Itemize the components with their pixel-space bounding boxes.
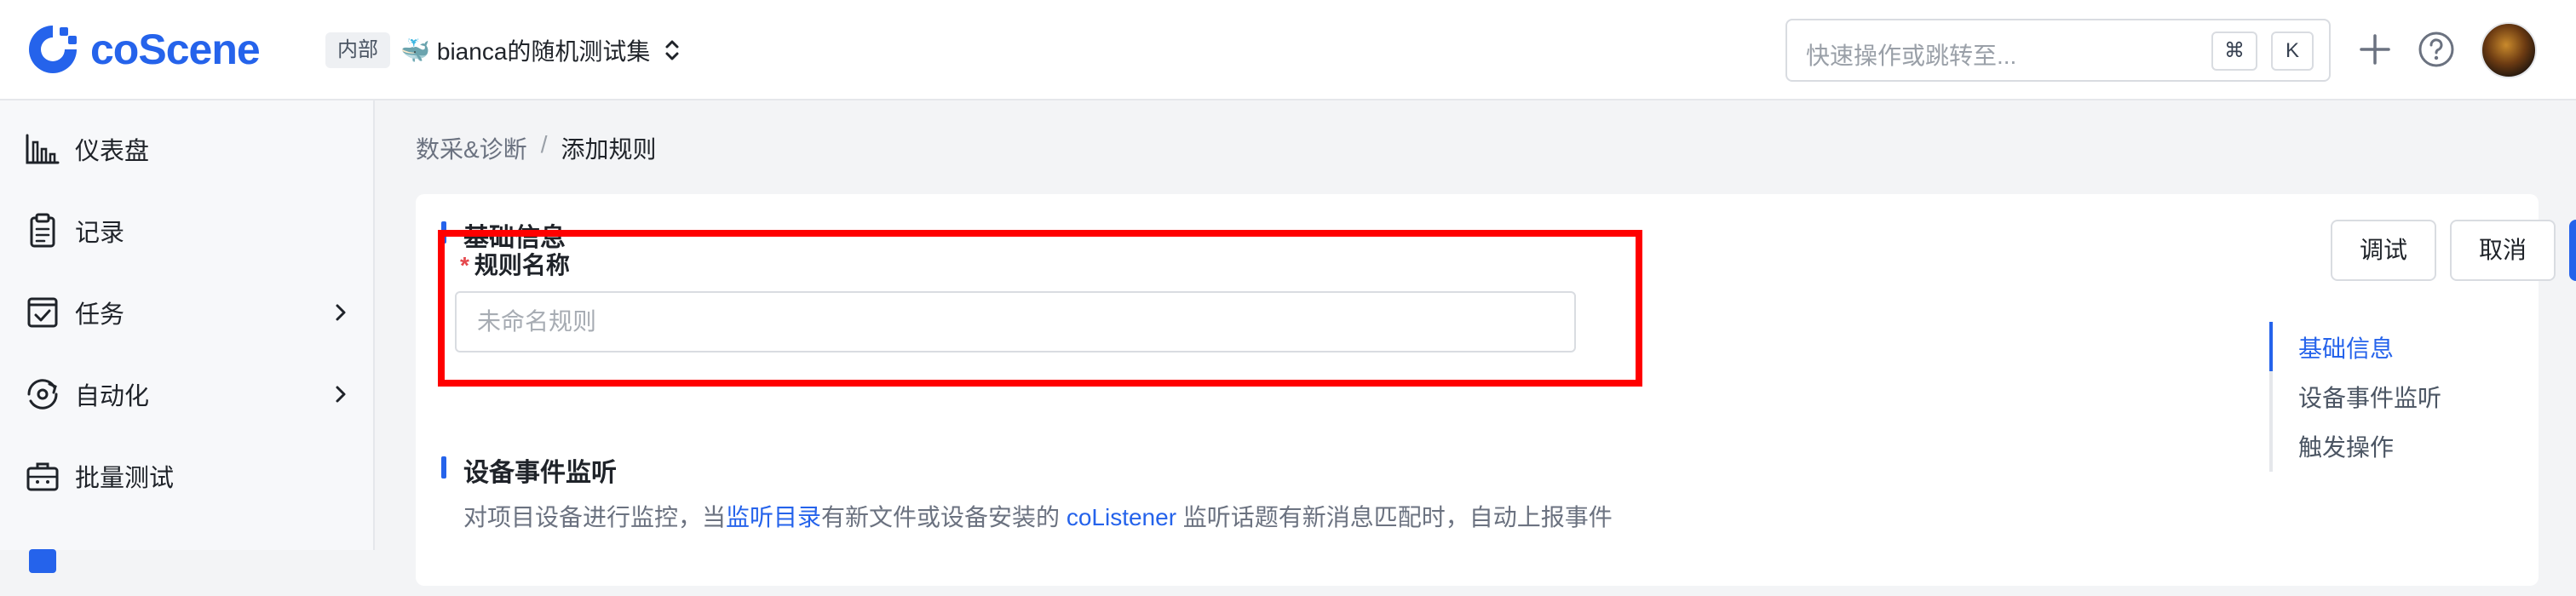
rule-name-label: * 规则名称 [460, 247, 570, 281]
breadcrumb: 数采&诊断 / 添加规则 [416, 131, 656, 165]
anchor-item-trigger-action[interactable]: 触发操作 [2298, 429, 2394, 463]
sidebar-item-dashboard[interactable]: 仪表盘 [0, 111, 373, 187]
anchor-item-basic-info[interactable]: 基础信息 [2298, 330, 2394, 364]
required-mark: * [460, 252, 469, 278]
sidebar-item-label: 自动化 [75, 383, 150, 410]
clipboard-icon [30, 213, 55, 248]
breadcrumb-separator: / [540, 131, 548, 158]
device-event-description: 对项目设备进行监控，当监听目录有新文件或设备安装的 coListener 监听话… [463, 499, 1613, 533]
data-collection-icon [29, 549, 56, 573]
app-name: coScene [90, 26, 261, 73]
main-content: 数采&诊断 / 添加规则 基础信息 *规则名称 设备事件监听 对项目设备进行监控… [375, 100, 2576, 586]
sidebar-item-label: 仪表盘 [75, 138, 150, 165]
command-search-input[interactable]: 快速操作或跳转至... ⌘ K [1785, 19, 2331, 82]
chevron-right-icon [336, 386, 346, 403]
top-bar: coScene 内部 🐳 bianca的随机测试集 快速操作或跳转至... ⌘ … [0, 0, 2576, 100]
anchor-active-indicator [2269, 322, 2273, 371]
chevron-right-icon [336, 304, 346, 321]
desc-text-prefix: 对项目设备进行监控，当 [463, 504, 727, 530]
project-name: bianca的随机测试集 [436, 38, 651, 65]
create-button[interactable]: 创建 [2569, 220, 2576, 281]
task-check-icon [27, 297, 58, 328]
shortcut-key-k: K [2271, 32, 2314, 71]
listen-directory-link[interactable]: 监听目录 [726, 504, 821, 530]
briefcase-icon [26, 462, 59, 491]
cancel-button[interactable]: 取消 [2450, 220, 2556, 281]
user-avatar[interactable] [2481, 22, 2537, 78]
coscene-logo-icon [29, 26, 77, 73]
rule-form-card: 基础信息 *规则名称 设备事件监听 对项目设备进行监控，当监听目录有新文件或设备… [416, 194, 2576, 586]
plus-icon[interactable] [2355, 29, 2395, 70]
rule-name-label-text: 规则名称 [474, 252, 570, 278]
sidebar-item-label: 批量测试 [75, 465, 175, 492]
project-switcher[interactable]: 🐳 bianca的随机测试集 [400, 32, 682, 68]
desc-text-mid: 有新文件或设备安装的 [821, 504, 1061, 530]
breadcrumb-current: 添加规则 [561, 136, 657, 163]
sidebar-item-automation[interactable]: 自动化 [0, 356, 373, 433]
anchor-item-device-event[interactable]: 设备事件监听 [2298, 380, 2441, 414]
help-icon[interactable] [2416, 29, 2457, 70]
project-emoji-icon: 🐳 [400, 37, 430, 64]
shortcut-key-cmd: ⌘ [2211, 32, 2257, 71]
desc-text-suffix: 监听话题有新消息匹配时，自动上报事件 [1182, 504, 1613, 530]
rule-name-input[interactable] [455, 291, 1576, 352]
sidebar-item-label: 任务 [75, 301, 125, 329]
automation-icon [27, 379, 58, 410]
sidebar-item-tasks[interactable]: 任务 [0, 274, 373, 351]
sidebar-item-batch-test[interactable]: 批量测试 [0, 438, 373, 514]
app-logo[interactable]: coScene [26, 22, 261, 77]
breadcrumb-parent-link[interactable]: 数采&诊断 [416, 131, 527, 165]
sidebar-item-label: 记录 [75, 220, 125, 247]
search-placeholder: 快速操作或跳转至... [1806, 43, 2017, 69]
project-visibility-badge: 内部 [325, 32, 390, 68]
section-title-device-event: 设备事件监听 [441, 451, 617, 489]
chevron-up-down-icon [665, 40, 679, 60]
sidebar-item-records[interactable]: 记录 [0, 192, 373, 269]
bar-chart-icon [26, 134, 60, 164]
sidebar: 仪表盘 记录 任务 自动化 批量测试 [0, 100, 375, 573]
sidebar-item-partial[interactable] [0, 519, 373, 596]
debug-button[interactable]: 调试 [2331, 220, 2436, 281]
colistener-link[interactable]: coListener [1067, 504, 1176, 530]
